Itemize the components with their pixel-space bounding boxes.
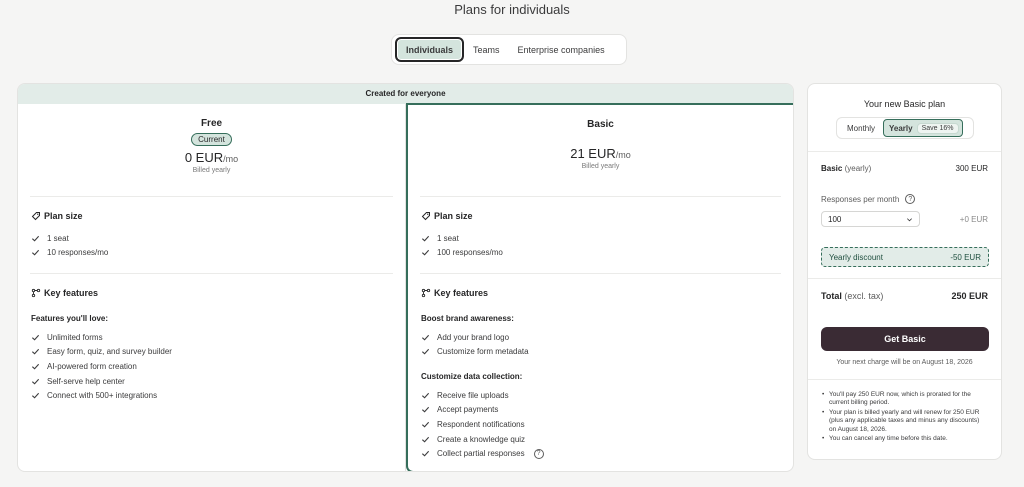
plan-size-list: 1 seat 100 responses/mo <box>421 231 503 260</box>
list-item: Collect partial responses? <box>421 446 544 461</box>
data-subhead: Customize data collection: <box>421 372 523 381</box>
next-charge-note: Your next charge will be on August 18, 2… <box>836 359 973 366</box>
divider <box>30 273 393 274</box>
check-icon <box>421 235 430 242</box>
summary-title: Your new Basic plan <box>863 99 946 109</box>
help-icon[interactable]: ? <box>533 448 544 459</box>
yearly-discount: Yearly discount -50 EUR <box>821 247 989 267</box>
list-item: Accept payments <box>421 403 544 418</box>
plan-name: Basic <box>587 119 614 130</box>
tag-icon <box>31 212 40 221</box>
plan-size-heading: Plan size <box>31 211 83 221</box>
brand-features-list: Add your brand logo Customize form metad… <box>421 330 529 359</box>
brand-subhead: Boost brand awareness: <box>421 314 514 323</box>
plan-price: 0 EUR/mo <box>184 150 239 165</box>
help-icon[interactable]: ? <box>905 194 916 204</box>
check-icon <box>31 235 40 242</box>
divider <box>420 273 781 274</box>
plans-comparison: Created for everyone Free Current 0 EUR/… <box>17 83 794 472</box>
list-item: Self-serve help center <box>31 374 172 389</box>
list-item: 1 seat <box>421 231 503 246</box>
list-item: Respondent notifications <box>421 417 544 432</box>
check-icon <box>421 407 430 413</box>
data-features-list: Receive file uploads Accept payments Res… <box>421 388 544 461</box>
list-item: You can cancel any time before this date… <box>821 435 988 444</box>
save-badge: Save 16% <box>916 122 959 134</box>
line-item-basic: Basic (yearly) 300 EUR <box>821 164 988 173</box>
plan-name: Free <box>200 118 223 129</box>
features-icon <box>31 288 41 298</box>
list-item: 1 seat <box>31 231 108 246</box>
tab-individuals[interactable]: Individuals <box>395 37 465 62</box>
list-item: Add your brand logo <box>421 330 529 345</box>
features-icon <box>421 288 431 298</box>
toggle-monthly[interactable]: Monthly <box>839 119 883 137</box>
check-icon <box>31 393 40 399</box>
check-icon <box>421 421 430 428</box>
billing-note: Billed yearly <box>192 167 231 174</box>
plan-size-heading: Plan size <box>421 211 473 221</box>
tag-icon <box>421 212 430 221</box>
check-icon <box>421 451 430 457</box>
billing-period-toggle: Monthly Yearly Save 16% <box>836 117 974 139</box>
current-badge: Current <box>191 133 232 146</box>
divider <box>808 151 1001 152</box>
plan-price: 21 EUR/mo <box>570 146 631 161</box>
check-icon <box>421 349 430 355</box>
check-icon <box>421 392 430 399</box>
plan-summary-panel: Your new Basic plan Monthly Yearly Save … <box>807 83 1002 460</box>
plans-banner: Created for everyone <box>18 84 793 104</box>
total-row: Total (excl. tax) 250 EUR <box>821 291 988 301</box>
divider <box>808 379 1001 380</box>
responses-label-row: Responses per month ? <box>821 194 988 204</box>
features-subhead: Features you'll love: <box>31 314 109 323</box>
list-item: Your plan is billed yearly and will rene… <box>821 409 988 434</box>
plan-card-basic[interactable]: Basic 21 EUR/mo Billed yearly Plan size … <box>406 103 793 471</box>
check-icon <box>421 436 430 443</box>
list-item: 100 responses/mo <box>421 246 503 261</box>
responses-select[interactable]: 100 <box>821 211 920 227</box>
check-icon <box>421 334 430 341</box>
key-features-heading: Key features <box>421 288 488 298</box>
audience-segmented-control: Individuals Teams Enterprise companies <box>391 34 627 65</box>
list-item: 10 responses/mo <box>31 246 108 261</box>
check-icon <box>31 349 40 355</box>
tab-enterprise-companies[interactable]: Enterprise companies <box>509 37 614 62</box>
check-icon <box>421 250 430 256</box>
responses-price: +0 EUR <box>959 215 988 224</box>
get-basic-button[interactable]: Get Basic <box>821 327 989 351</box>
features-list: Unlimited forms Easy form, quiz, and sur… <box>31 330 172 403</box>
list-item: Unlimited forms <box>31 330 172 345</box>
check-icon <box>31 250 40 256</box>
list-item: Connect with 500+ integrations <box>31 388 172 403</box>
divider <box>808 278 1001 279</box>
check-icon <box>31 378 40 385</box>
billing-notes: You'll pay 250 EUR now, which is prorate… <box>821 391 988 444</box>
tab-teams[interactable]: Teams <box>464 37 509 62</box>
list-item: Create a knowledge quiz <box>421 432 544 447</box>
plan-card-free[interactable]: Free Current 0 EUR/mo Billed yearly Plan… <box>18 104 406 471</box>
billing-note: Billed yearly <box>581 163 620 170</box>
list-item: Customize form metadata <box>421 345 529 360</box>
list-item: Easy form, quiz, and survey builder <box>31 345 172 360</box>
check-icon <box>31 363 40 370</box>
page-title: Plans for individuals <box>454 2 570 17</box>
list-item: You'll pay 250 EUR now, which is prorate… <box>821 391 988 408</box>
key-features-heading: Key features <box>31 288 98 298</box>
toggle-yearly[interactable]: Yearly Save 16% <box>883 119 963 137</box>
chevron-down-icon <box>907 217 912 221</box>
list-item: AI-powered form creation <box>31 359 172 374</box>
check-icon <box>31 334 40 341</box>
divider <box>30 196 393 197</box>
plan-size-list: 1 seat 10 responses/mo <box>31 231 108 260</box>
list-item: Receive file uploads <box>421 388 544 403</box>
divider <box>420 196 781 197</box>
